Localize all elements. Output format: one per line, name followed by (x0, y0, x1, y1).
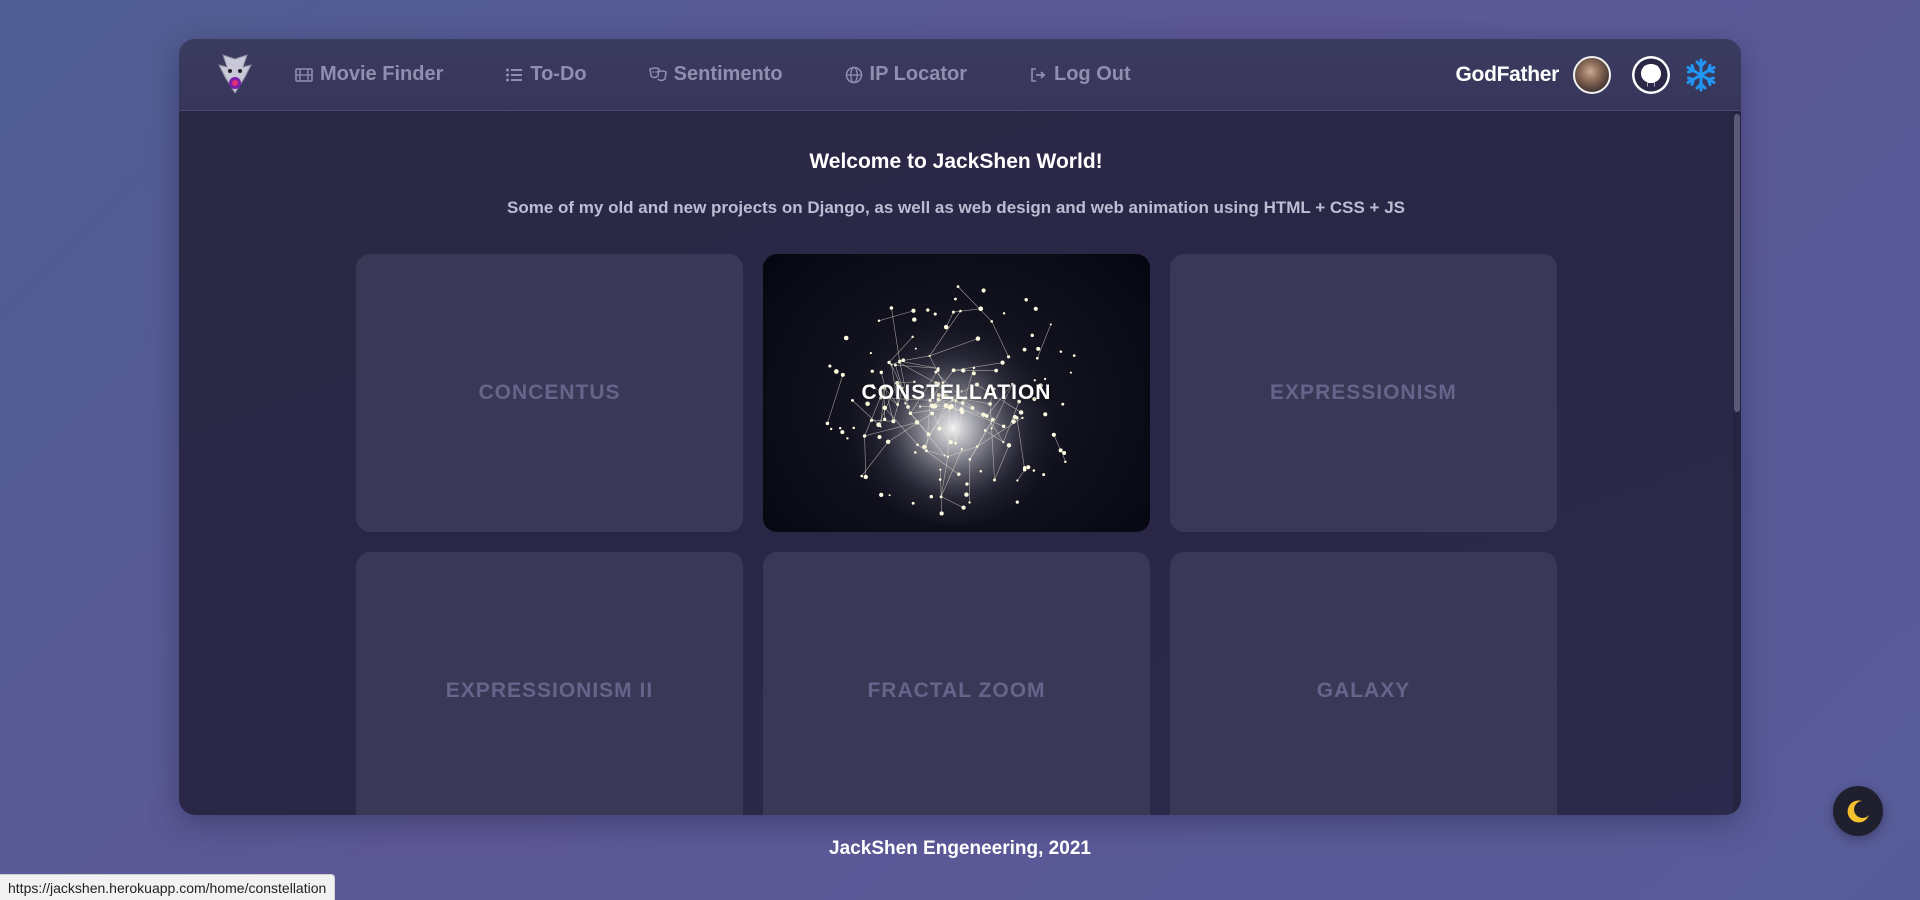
project-card-concentus[interactable]: CONCENTUS (356, 254, 743, 532)
project-card-expressionism[interactable]: EXPRESSIONISM (1170, 254, 1557, 532)
footer-text: JackShen Engeneering, 2021 (829, 838, 1091, 859)
card-label: EXPRESSIONISM (1270, 381, 1457, 404)
snowflake-icon[interactable] (1685, 58, 1717, 92)
nav-ip-locator[interactable]: IP Locator (845, 63, 967, 86)
moon-icon (1847, 800, 1869, 823)
nav-label: To-Do (530, 63, 587, 85)
list-icon (506, 68, 523, 81)
project-card-fractal-zoom[interactable]: FRACTAL ZOOM (763, 552, 1150, 815)
nav-todo[interactable]: To-Do (505, 63, 587, 86)
nav-label: Sentimento (673, 63, 783, 85)
nav-user-area: GodFather (1456, 55, 1717, 95)
masks-icon (648, 66, 667, 81)
theme-toggle-button[interactable] (1833, 786, 1883, 836)
nav-label: Movie Finder (320, 63, 444, 85)
nav-log-out[interactable]: Log Out (1029, 63, 1131, 86)
username[interactable]: GodFather (1456, 63, 1560, 87)
project-grid: CONCENTUS CONSTELLATION EXPRESSIONISM EX… (356, 254, 1557, 815)
film-icon (295, 67, 313, 82)
sign-out-icon (1031, 67, 1046, 82)
avatar[interactable] (1573, 55, 1611, 94)
nav-sentimento[interactable]: Sentimento (648, 63, 783, 86)
github-icon[interactable] (1631, 55, 1671, 95)
status-url: https://jackshen.herokuapp.com/home/cons… (8, 879, 327, 896)
card-label: FRACTAL ZOOM (867, 679, 1046, 702)
navbar: Movie Finder To-Do Sentimento IP Locator… (179, 39, 1741, 111)
page-title: Welcome to JackShen World! (809, 150, 1103, 173)
project-card-expressionism-ii[interactable]: EXPRESSIONISM II (356, 552, 743, 815)
nav-label: IP Locator (869, 63, 967, 85)
scrollbar-thumb[interactable] (1734, 114, 1740, 412)
page-subtitle: Some of my old and new projects on Djang… (506, 198, 1406, 217)
nav-movie-finder[interactable]: Movie Finder (295, 63, 443, 86)
card-label: CONSTELLATION (861, 381, 1052, 404)
app-window: Movie Finder To-Do Sentimento IP Locator… (179, 39, 1741, 815)
project-card-constellation[interactable]: CONSTELLATION (763, 254, 1150, 532)
browser-status-bar: https://jackshen.herokuapp.com/home/cons… (0, 874, 336, 900)
card-label: CONCENTUS (478, 381, 621, 404)
card-label: EXPRESSIONISM II (445, 679, 654, 702)
card-label: GALAXY (1316, 679, 1411, 702)
nav-label: Log Out (1053, 63, 1131, 85)
globe-icon (845, 66, 862, 83)
logo-icon[interactable] (215, 53, 255, 97)
project-card-galaxy[interactable]: GALAXY (1170, 552, 1557, 815)
main-content: Welcome to JackShen World! Some of my ol… (179, 112, 1733, 815)
